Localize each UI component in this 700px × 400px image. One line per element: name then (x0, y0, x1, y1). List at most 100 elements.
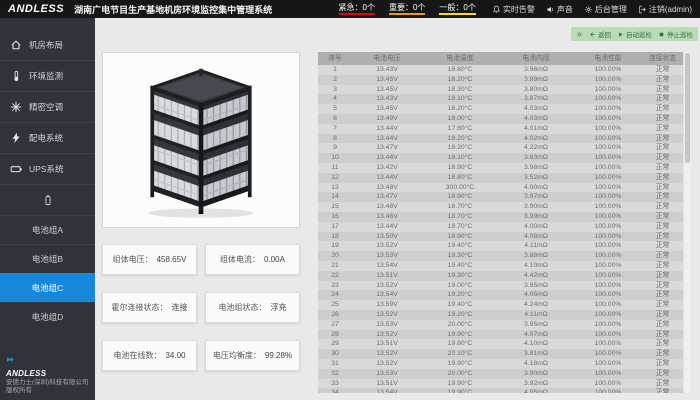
table-row: 3113.52V19.90°C4.18mΩ100.00%正常 (318, 359, 683, 369)
table-row: 2813.52V19.90°C4.07mΩ100.00%正常 (318, 330, 683, 340)
alarm-underline (339, 13, 375, 15)
sidebar-item-battery-group-b[interactable]: 电池组B (0, 244, 95, 273)
footer-company: 安德力士(深圳)科技有限公司 (6, 379, 89, 387)
table-row: 513.45V18.20°C4.03mΩ100.00%正常 (318, 104, 683, 114)
table-row: 3413.54V19.90°C4.05mΩ100.00%正常 (318, 388, 683, 393)
table-row: 913.47V18.20°C4.22mΩ100.00%正常 (318, 143, 683, 153)
table-row: 1213.44V18.80°C3.52mΩ100.00%正常 (318, 173, 683, 183)
group-current-stat: 组体电流：0.00A (205, 244, 300, 275)
sound-button[interactable]: 声音 (546, 4, 573, 15)
table-row: 1013.44V18.10°C3.83mΩ100.00%正常 (318, 153, 683, 163)
battery-group-list: 电池组A电池组B电池组C电池组D (0, 215, 95, 331)
auto-patrol-button[interactable]: 自动巡检 (617, 29, 652, 39)
sidebar-item-room-layout[interactable]: 机房布局 (0, 30, 95, 61)
snowflake-icon (10, 101, 22, 113)
logout-icon (638, 5, 647, 14)
topbar: ANDLESS 湖南广电节目生产基地机房环境监控集中管理系统 紧急：0个 重要：0… (0, 0, 700, 18)
table-row: 413.43V18.10°C3.87mΩ100.00%正常 (318, 94, 683, 104)
battery-rack-image (102, 52, 300, 228)
table-scrollbar[interactable] (683, 52, 690, 393)
table-row: 2713.53V20.00°C3.95mΩ100.00%正常 (318, 320, 683, 330)
content: 返回自动巡检停止巡检 (95, 18, 700, 400)
topbar-buttons: 实时告警声音后台管理注销(admin) (492, 4, 692, 15)
double-chevron-icon (6, 355, 15, 364)
sidebar-item-battery-group-a[interactable]: 电池组A (0, 215, 95, 244)
table-row: 1313.48V300.00°C4.00mΩ100.00%正常 (318, 183, 683, 193)
table-row: 2413.54V19.20°C4.05mΩ100.00%正常 (318, 290, 683, 300)
main-area: 机房布局环境监测精密空调配电系统UPS系统 电池组A电池组B电池组C电池组D A… (0, 18, 700, 400)
brand-logo: ANDLESS (8, 3, 64, 15)
home-icon (10, 39, 22, 51)
table-row: 2013.53V19.30°C3.88mΩ100.00%正常 (318, 251, 683, 261)
table-row: 813.44V18.20°C4.02mΩ100.00%正常 (318, 134, 683, 144)
gear-icon (576, 31, 583, 38)
alarm-underline (389, 13, 425, 15)
alarm-counters: 紧急：0个 重要：0个 一般：0个 (339, 3, 476, 15)
alarm-underline (439, 13, 475, 15)
battery-section-header (0, 185, 95, 215)
table-row: 2213.51V19.30°C4.42mΩ100.00%正常 (318, 271, 683, 281)
scrollbar-thumb[interactable] (685, 53, 690, 163)
table-row: 2113.54V19.40°C4.10mΩ100.00%正常 (318, 261, 683, 271)
speaker-icon (546, 5, 555, 14)
table-row: 1913.52V19.40°C4.11mΩ100.00%正常 (318, 241, 683, 251)
general-alarm-counter: 一般：0个 (439, 3, 475, 15)
footer-logo: ANDLESS (6, 369, 89, 378)
battery-rack-graphic (126, 59, 276, 221)
ups-battery-icon (10, 163, 22, 175)
table-row: 1813.50V18.90°C4.08mΩ100.00%正常 (318, 232, 683, 242)
sidebar-item-power-distribution[interactable]: 配电系统 (0, 123, 95, 154)
table-row: 1513.46V18.70°C3.90mΩ100.00%正常 (318, 202, 683, 212)
column-header: 电池内阻 (498, 54, 574, 64)
gear-icon (584, 5, 593, 14)
app-title: 湖南广电节目生产基地机房环境监控集中管理系统 (74, 3, 272, 16)
sidebar: 机房布局环境监测精密空调配电系统UPS系统 电池组A电池组B电池组C电池组D A… (0, 18, 95, 400)
column-header: 电池电压 (352, 54, 422, 64)
logout-button[interactable]: 注销(admin) (638, 4, 692, 15)
realtime-alarm-button[interactable]: 实时告警 (492, 4, 535, 15)
thermometer-icon (10, 70, 22, 82)
bell-icon (492, 5, 501, 14)
important-alarm-counter: 重要：0个 (389, 3, 425, 15)
table-row: 313.45V18.30°C3.80mΩ100.00%正常 (318, 85, 683, 95)
back-button[interactable]: 返回 (589, 29, 611, 39)
sidebar-item-ups-system[interactable]: UPS系统 (0, 154, 95, 185)
stop-patrol-button[interactable]: 停止巡检 (658, 29, 693, 39)
table-row: 113.43V18.80°C3.96mΩ100.00%正常 (318, 65, 683, 75)
sidebar-item-precision-ac[interactable]: 精密空调 (0, 92, 95, 123)
sidebar-item-battery-group-c[interactable]: 电池组C (0, 273, 95, 302)
table-row: 1613.46V18.70°C3.99mΩ100.00%正常 (318, 212, 683, 222)
column-header: 电池温度 (422, 54, 498, 64)
table-header: 序号电池电压电池温度电池内阻电池性能连接状态 (318, 52, 690, 65)
sidebar-item-env-monitoring[interactable]: 环境监测 (0, 61, 95, 92)
table-row: 1713.44V18.70°C4.00mΩ100.00%正常 (318, 222, 683, 232)
table-row: 1413.47V18.90°C3.97mΩ100.00%正常 (318, 192, 683, 202)
play-icon (617, 31, 624, 38)
battery-vertical-icon (42, 194, 54, 206)
table-row: 3313.51V19.90°C3.92mΩ100.00%正常 (318, 379, 683, 389)
sidebar-footer: ANDLESS 安德力士(深圳)科技有限公司 版权所有 (0, 351, 95, 400)
voltage-balance-stat: 电压均衡度：99.28% (205, 340, 300, 371)
topbar-right: 紧急：0个 重要：0个 一般：0个 实时告警声音后台管理注销(admin) (339, 3, 692, 15)
sidebar-item-battery-group-d[interactable]: 电池组D (0, 302, 95, 331)
table-row: 3013.52V20.10°C3.81mΩ100.00%正常 (318, 349, 683, 359)
sidebar-nav: 机房布局环境监测精密空调配电系统UPS系统 (0, 30, 95, 185)
app-root: ANDLESS 湖南广电节目生产基地机房环境监控集中管理系统 紧急：0个 重要：0… (0, 0, 700, 400)
admin-backend-button[interactable]: 后台管理 (584, 4, 627, 15)
urgent-alarm-counter: 紧急：0个 (339, 3, 375, 15)
lightning-icon (10, 132, 22, 144)
table-row: 3213.53V20.00°C3.90mΩ100.00%正常 (318, 369, 683, 379)
battery-overview-column: 组体电压：458.65V组体电流：0.00A霍尔连接状态：连接电池组状态：浮充电… (102, 52, 300, 371)
column-header: 序号 (318, 54, 352, 64)
stats-grid: 组体电压：458.65V组体电流：0.00A霍尔连接状态：连接电池组状态：浮充电… (102, 244, 300, 371)
table-row: 2313.52V19.00°C3.95mΩ100.00%正常 (318, 281, 683, 291)
group-voltage-stat: 组体电压：458.65V (102, 244, 197, 275)
table-row: 1113.42V18.90°C3.98mΩ100.00%正常 (318, 163, 683, 173)
table-row: 213.45V18.20°C3.99mΩ100.00%正常 (318, 75, 683, 85)
patrol-settings-button[interactable] (576, 31, 583, 38)
table-row: 2913.51V19.80°C4.10mΩ100.00%正常 (318, 339, 683, 349)
column-header: 电池性能 (574, 54, 642, 64)
table-row: 613.49V18.00°C4.03mΩ100.00%正常 (318, 114, 683, 124)
table-row: 2513.59V19.40°C4.24mΩ100.00%正常 (318, 300, 683, 310)
battery-group-status-stat: 电池组状态：浮充 (205, 292, 300, 323)
